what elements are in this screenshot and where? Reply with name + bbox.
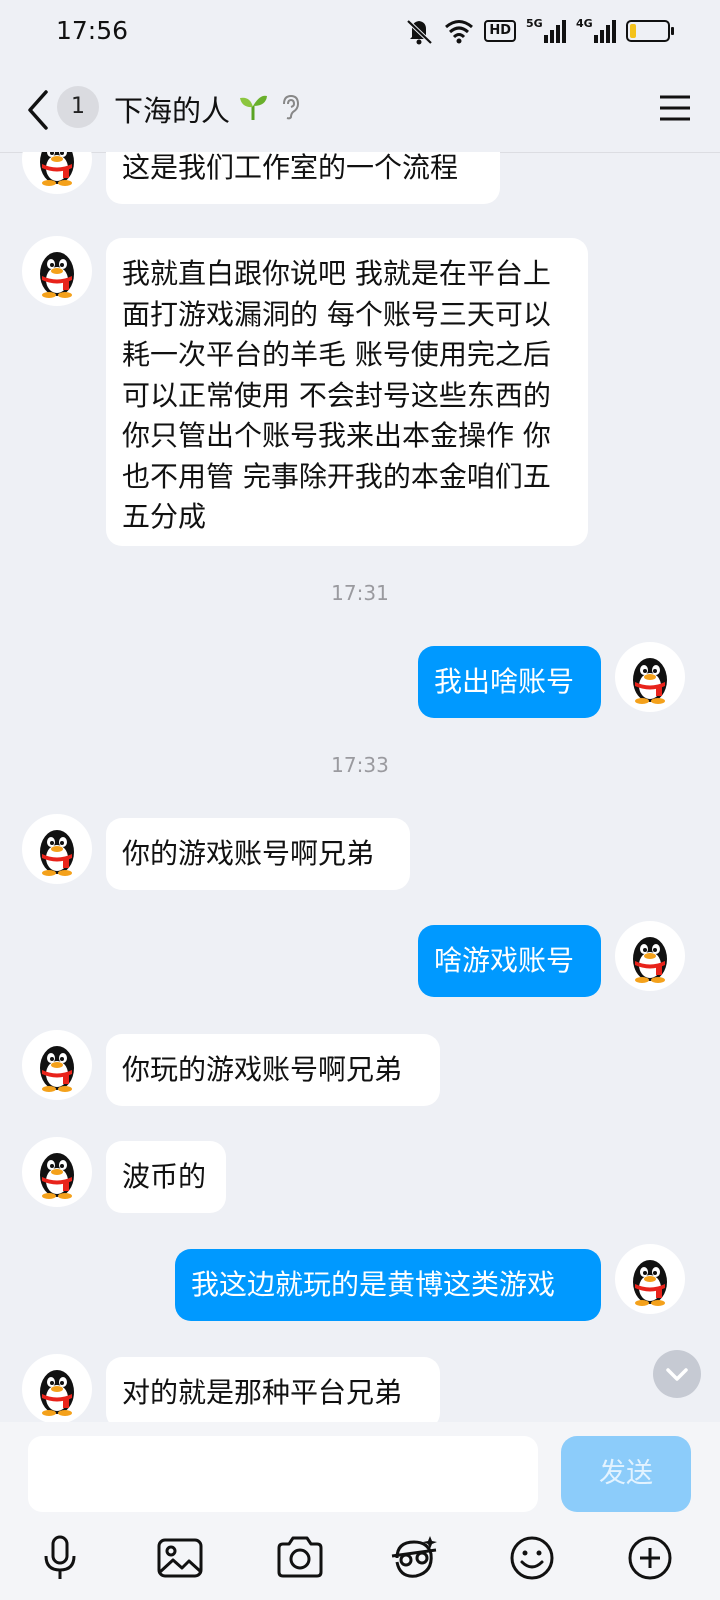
timestamp: 17:31 [331, 581, 389, 605]
avatar[interactable] [615, 1244, 685, 1314]
message-bubble[interactable]: 我这边就玩的是黄博这类游戏 [175, 1249, 601, 1321]
microphone-icon[interactable] [34, 1532, 86, 1584]
back-icon[interactable] [24, 88, 54, 132]
signal-5g-icon: 5G [526, 17, 566, 43]
battery-icon [626, 20, 674, 42]
signal-4g-icon: 4G [576, 17, 616, 43]
message-list[interactable]: 这是我们工作室的一个流程 我就直白跟你说吧 我就是在平台上面打游戏漏洞的 每个账… [0, 152, 720, 1422]
avatar[interactable] [615, 921, 685, 991]
plus-icon[interactable] [624, 1532, 676, 1584]
battery-level [630, 24, 636, 38]
status-icons: HD 5G 4G [404, 16, 674, 46]
message-bubble[interactable]: 这是我们工作室的一个流程 [106, 152, 500, 204]
chevron-down-icon [666, 1368, 688, 1381]
status-time: 17:56 [56, 16, 129, 45]
hd-volte-icon: HD [484, 20, 516, 42]
unread-count-badge[interactable]: 1 [57, 86, 99, 128]
message-bubble[interactable]: 我就直白跟你说吧 我就是在平台上面打游戏漏洞的 每个账号三天可以耗一次平台的羊毛… [106, 238, 588, 546]
status-bar: 17:56 HD 5G 4G [0, 0, 720, 66]
wifi-icon [445, 20, 474, 44]
avatar[interactable] [22, 1030, 92, 1100]
sprout-icon [240, 95, 267, 120]
message-bubble[interactable]: 波币的 [106, 1141, 226, 1213]
avatar[interactable] [22, 814, 92, 884]
avatar[interactable] [22, 236, 92, 306]
message-bubble[interactable]: 啥游戏账号 [418, 925, 601, 997]
timestamp: 17:33 [331, 753, 389, 777]
ear-icon[interactable] [280, 94, 300, 120]
avatar[interactable] [22, 1137, 92, 1207]
chat-title[interactable]: 下海的人 [114, 88, 230, 130]
input-bar: 发送 [0, 1422, 720, 1600]
message-input[interactable] [28, 1436, 538, 1512]
scroll-to-bottom-button[interactable] [653, 1350, 701, 1398]
sticker-icon[interactable] [388, 1532, 440, 1584]
emoji-icon[interactable] [506, 1532, 558, 1584]
message-bubble[interactable]: 对的就是那种平台兄弟 [106, 1357, 440, 1422]
message-bubble[interactable]: 你的游戏账号啊兄弟 [106, 818, 410, 890]
image-icon[interactable] [154, 1532, 206, 1584]
avatar[interactable] [615, 642, 685, 712]
avatar[interactable] [22, 152, 92, 194]
menu-icon[interactable] [658, 94, 692, 122]
camera-icon[interactable] [274, 1532, 326, 1584]
message-bubble[interactable]: 我出啥账号 [418, 646, 601, 718]
input-toolbar [0, 1532, 720, 1592]
mute-icon [406, 19, 433, 45]
send-button[interactable]: 发送 [561, 1436, 691, 1512]
avatar[interactable] [22, 1354, 92, 1422]
chat-header: 1 下海的人 [0, 66, 720, 153]
message-bubble[interactable]: 你玩的游戏账号啊兄弟 [106, 1034, 440, 1106]
